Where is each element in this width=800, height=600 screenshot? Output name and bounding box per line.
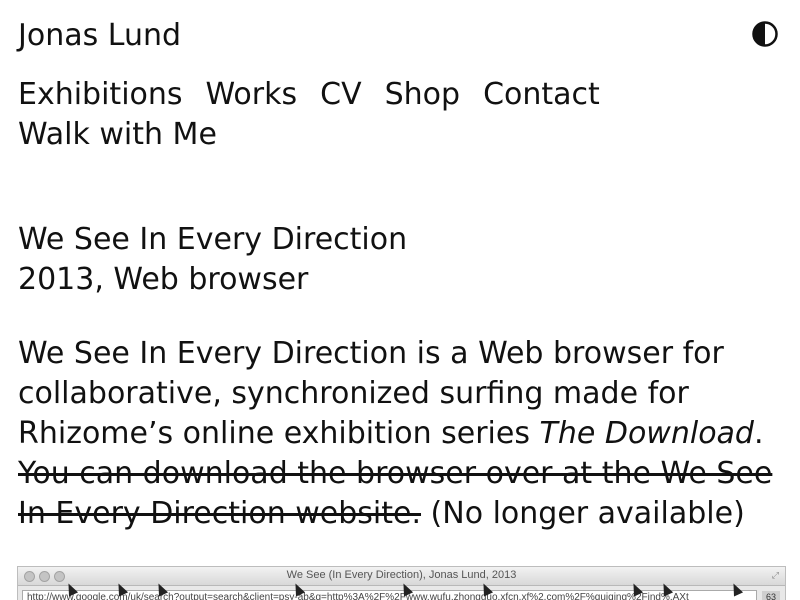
nav-item-works[interactable]: Works xyxy=(206,77,298,112)
description-text-2: . xyxy=(753,416,764,451)
work-meta: 2013, Web browser xyxy=(18,262,309,297)
availability-note: (No longer available) xyxy=(421,496,745,531)
nav-item-cv[interactable]: CV xyxy=(320,77,361,112)
count-badge: 63 xyxy=(762,591,780,600)
nav-item-shop[interactable]: Shop xyxy=(385,77,460,112)
nav-item-contact[interactable]: Contact xyxy=(483,77,600,112)
half-circle-contrast-icon[interactable] xyxy=(752,21,778,47)
browser-screenshot-image: We See (In Every Direction), Jonas Lund,… xyxy=(17,566,786,600)
exhibition-series-title: The Download xyxy=(539,416,754,451)
nav-row-primary: Exhibitions Works CV Shop Contact xyxy=(18,75,718,115)
address-bar: http://www.google.com/uk/search?output=s… xyxy=(22,590,757,600)
window-title: We See (In Every Direction), Jonas Lund,… xyxy=(286,569,517,581)
page: Jonas Lund Exhibitions Works CV Shop Contact… xyxy=(0,0,800,600)
work-description: We See In Every Direction is a Web brows… xyxy=(18,334,788,534)
work-header: We See In Every Direction 2013, Web brow… xyxy=(18,220,407,300)
resize-icon: ⤢ xyxy=(771,571,779,581)
nav-item-walk-with-me[interactable]: Walk with Me xyxy=(18,117,217,152)
site-title-link[interactable]: Jonas Lund xyxy=(18,17,181,55)
main-navigation: Exhibitions Works CV Shop Contact Walk with … xyxy=(18,75,718,155)
nav-item-exhibitions[interactable]: Exhibitions xyxy=(18,77,183,112)
nav-row-secondary: Walk with Me xyxy=(18,115,718,155)
work-title: We See In Every Direction xyxy=(18,222,408,257)
